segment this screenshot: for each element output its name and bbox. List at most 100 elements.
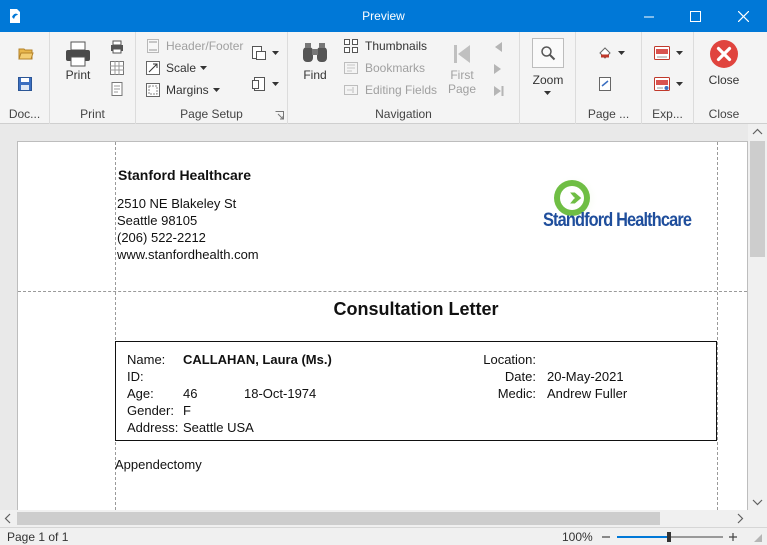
scrollbar-corner: [748, 510, 767, 527]
thumbnails-icon: [344, 39, 358, 53]
birth-date-value: 18-Oct-1974: [244, 386, 317, 401]
company-website: www.stanfordhealth.com: [117, 247, 259, 262]
logo-text: Standford Healthcare: [543, 210, 692, 231]
chevron-down-icon: [676, 81, 683, 86]
find-button[interactable]: Find: [300, 40, 330, 82]
first-page-button[interactable]: First Page: [446, 40, 478, 96]
zoom-slider-fill: [617, 536, 669, 538]
vertical-scroll-thumb[interactable]: [750, 141, 765, 257]
scale-button[interactable]: Scale: [146, 61, 208, 75]
group-page-setup: Header/Footer Scale Margins Page Setup: [136, 32, 288, 124]
export-pdf-icon: [654, 46, 670, 60]
thumbnails-button[interactable]: Thumbnails: [344, 39, 427, 53]
header-footer-label: Header/Footer: [166, 39, 244, 53]
orientation-button[interactable]: [252, 46, 280, 60]
maximize-button[interactable]: [672, 0, 718, 32]
zoom-icon-frame: [532, 38, 564, 68]
zoom-in-button[interactable]: [728, 530, 738, 542]
last-page-button[interactable]: [493, 85, 505, 97]
save-button[interactable]: [18, 77, 32, 91]
medic-label: Medic:: [497, 386, 536, 401]
scale-label: Scale: [166, 61, 197, 75]
zoom-slider[interactable]: [617, 532, 723, 542]
company-name: Stanford Healthcare: [118, 167, 252, 183]
bookmarks-icon: [344, 62, 358, 74]
header-footer-icon: [147, 39, 159, 53]
group-label-navigation: Navigation: [375, 107, 432, 121]
save-icon: [18, 77, 32, 91]
zoom-out-button[interactable]: [601, 530, 611, 542]
horizontal-scroll-thumb[interactable]: [17, 512, 660, 525]
dialog-launcher-icon[interactable]: [275, 111, 284, 120]
editing-fields-button[interactable]: Editing Fields: [344, 83, 437, 97]
first-page-label-1: First: [450, 68, 474, 82]
previous-page-button[interactable]: [493, 41, 503, 53]
send-pdf-icon: [654, 77, 670, 91]
minimize-icon: [643, 16, 654, 17]
date-label: Date:: [504, 369, 536, 384]
id-label: ID:: [127, 369, 144, 384]
company-logo: Standford Healthcare: [543, 174, 715, 238]
chevron-down-icon: [200, 65, 208, 70]
plus-icon: [729, 533, 737, 541]
title-bar: Preview: [0, 0, 767, 32]
margins-button[interactable]: Margins: [146, 83, 221, 97]
address-value: Seattle USA: [183, 420, 254, 435]
minimize-button[interactable]: [626, 0, 672, 32]
age-label: Age:: [127, 386, 154, 401]
zoom-slider-thumb[interactable]: [667, 532, 671, 542]
first-page-label-2: Page: [447, 82, 477, 96]
chevron-down-icon: [212, 87, 220, 92]
paper-size-button[interactable]: [252, 77, 280, 91]
first-page-icon: [454, 45, 470, 63]
horizontal-scrollbar[interactable]: [0, 510, 748, 527]
close-icon: [737, 10, 749, 22]
zoom-level: 100%: [562, 530, 593, 544]
print-options-button[interactable]: [110, 82, 124, 96]
status-bar: Page 1 of 1 100%: [0, 527, 767, 545]
address-label: Address:: [127, 420, 179, 435]
minus-icon: [602, 536, 610, 538]
print-button-label: Print: [65, 68, 91, 82]
company-address: 2510 NE Blakeley St: [117, 196, 237, 211]
paper-size-icon: [252, 77, 265, 91]
page-grid-button[interactable]: [110, 61, 124, 75]
chevron-down-icon: [272, 50, 279, 55]
group-label-print: Print: [80, 107, 105, 121]
close-window-button[interactable]: [720, 0, 766, 32]
print-button[interactable]: Print: [62, 40, 94, 82]
close-preview-label: Close: [708, 73, 740, 87]
chevron-down-icon: [676, 50, 683, 55]
document-viewer[interactable]: Stanford Healthcare 2510 NE Blakeley St …: [0, 124, 767, 527]
send-button[interactable]: [654, 77, 684, 91]
resize-grip-icon[interactable]: [753, 533, 763, 543]
watermark-icon: [599, 77, 611, 91]
group-label-export: Exp...: [652, 107, 683, 121]
next-page-button[interactable]: [493, 63, 503, 75]
scroll-down-icon[interactable]: [748, 494, 767, 510]
header-footer-button[interactable]: Header/Footer: [146, 39, 243, 53]
open-folder-icon: [18, 48, 34, 60]
close-preview-button[interactable]: Close: [706, 39, 742, 87]
zoom-button[interactable]: Zoom: [530, 38, 566, 96]
scroll-right-icon[interactable]: [732, 510, 748, 527]
watermark-button[interactable]: [598, 77, 612, 91]
last-page-icon: [494, 86, 504, 96]
scroll-up-icon[interactable]: [748, 124, 767, 140]
patient-info-box: Name: CALLAHAN, Laura (Ms.) ID: Age: 46 …: [115, 341, 717, 441]
find-label: Find: [303, 68, 327, 82]
previous-page-icon: [495, 42, 502, 52]
page-color-button[interactable]: [598, 46, 626, 60]
bookmarks-button[interactable]: Bookmarks: [344, 61, 425, 75]
letter-title: Consultation Letter: [333, 299, 499, 319]
document-options-icon: [111, 82, 123, 96]
group-page-background: Page ...: [576, 32, 642, 124]
open-button[interactable]: [18, 46, 34, 60]
company-phone: (206) 522-2212: [117, 230, 206, 245]
quick-print-button[interactable]: [110, 40, 124, 54]
medic-value: Andrew Fuller: [547, 386, 628, 401]
export-button[interactable]: [654, 46, 684, 60]
group-label-page-setup: Page Setup: [180, 107, 243, 121]
vertical-scrollbar[interactable]: [748, 124, 767, 510]
scroll-left-icon[interactable]: [0, 510, 16, 527]
